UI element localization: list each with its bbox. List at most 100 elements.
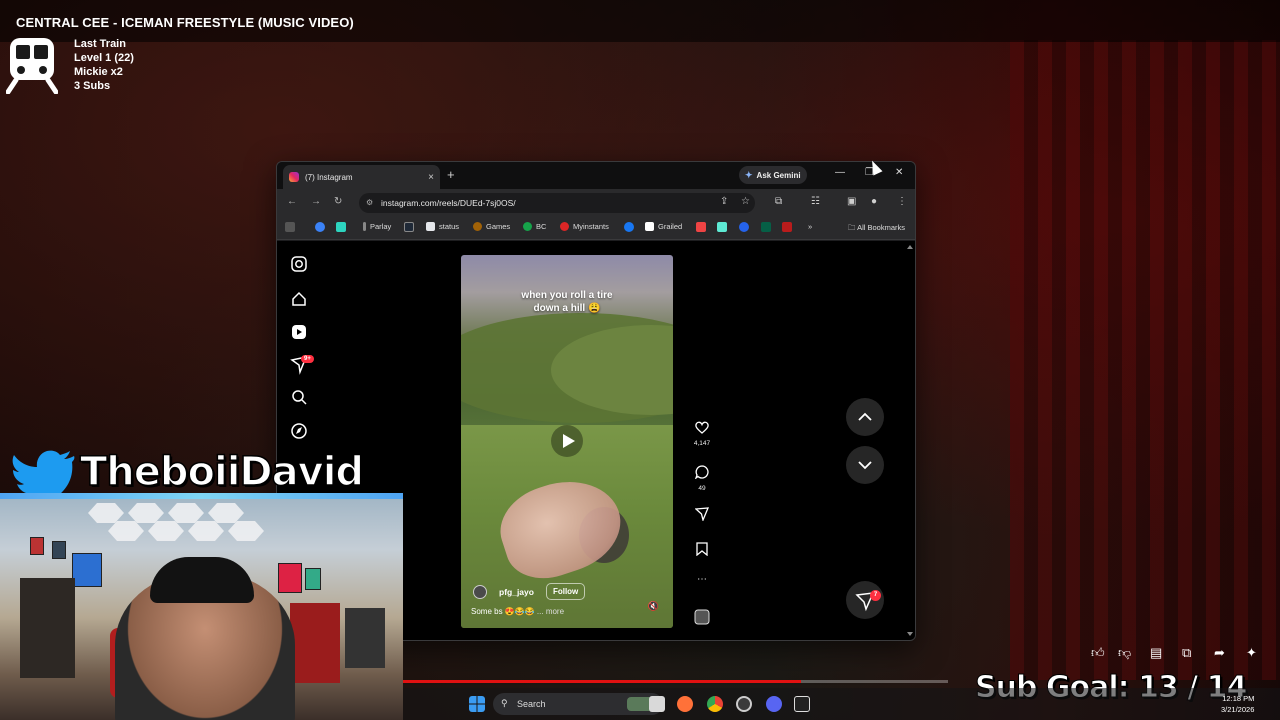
folder-icon: 🗀 [847,223,858,232]
epic-games-icon[interactable] [794,696,810,712]
comments-icon[interactable]: ▤ [1150,645,1162,661]
media-icon[interactable]: ☷ [811,196,820,207]
url-text: instagram.com/reels/DUEd-7sj0OS/ [381,198,516,208]
heart-icon [695,421,709,434]
discord-icon[interactable] [766,696,782,712]
taskbar-search[interactable]: ⚲ Search [493,693,663,715]
tab-strip: (7) Instagram × + ✦ Ask Gemini — ❐ ✕ [277,162,915,189]
follow-button[interactable]: Follow [545,583,586,600]
author-username[interactable]: pfg_jayo [499,587,534,597]
reels-icon[interactable] [292,325,306,339]
browser-toolbar: ← → ↻ ⚙ instagram.com/reels/DUEd-7sj0OS/… [277,189,915,216]
last-train-label: Last Train [74,38,126,50]
chrome-icon[interactable] [707,696,723,712]
comment-count: 49 [698,485,706,492]
bookmark-icon-6[interactable] [739,222,749,232]
bookmark-parlay[interactable]: Parlay [363,222,391,231]
webcam-feed [0,493,403,720]
ai-spark-icon[interactable]: ✦ [1246,645,1257,661]
windows-start-icon[interactable] [469,696,485,712]
hex-light [188,521,224,541]
subs-label: 3 Subs [74,80,111,92]
apps-grid-icon[interactable] [285,222,295,232]
explore-icon[interactable] [291,423,307,439]
poster [52,541,66,559]
bookmark-icon-4[interactable] [696,222,706,232]
search-icon[interactable] [292,390,307,405]
extensions-icon[interactable]: ⧉ [775,196,782,207]
reel-video[interactable]: when you roll a tire down a hill 😩 pfg_j… [461,255,673,628]
bookmark-icon-7[interactable] [761,222,771,232]
stream-info: Last Train Level 1 (22) Mickie x2 3 Subs [74,37,134,93]
taskbar-search-label: Search [517,699,546,709]
forward-icon[interactable]: → [311,196,321,207]
bookmarks-overflow-icon[interactable]: » [808,222,812,231]
bookmark-games[interactable]: Games [473,222,510,231]
share-button[interactable] [691,507,713,526]
bookmark-status[interactable]: status [426,222,459,231]
bookmark-star-icon[interactable]: ☆ [741,196,750,207]
share-video-icon[interactable]: ➦ [1214,645,1225,661]
ask-gemini-button[interactable]: ✦ Ask Gemini [739,166,807,184]
sidepanel-icon[interactable]: ▣ [847,196,856,207]
address-bar[interactable]: ⚙ instagram.com/reels/DUEd-7sj0OS/ [359,193,755,213]
app-icon[interactable] [736,696,752,712]
play-icon[interactable] [551,425,583,457]
bookmark-icon-2[interactable] [336,222,346,232]
next-reel-button[interactable] [846,446,884,484]
background-curtain [1010,40,1280,680]
bookmark-myinstants[interactable]: Myinstants [560,222,609,231]
home-icon[interactable] [292,291,306,306]
bookmark-icon-8[interactable] [782,222,792,232]
mute-icon[interactable]: 🔇 [648,601,659,612]
arcade-cabinet [20,578,75,678]
live-chat-icon[interactable]: ⧉ [1182,645,1191,661]
minimize-icon[interactable]: — [835,167,845,178]
menu-kebab-icon[interactable]: ⋮ [897,196,907,207]
back-icon[interactable]: ← [287,196,297,207]
mickie-label: Mickie x2 [74,66,123,78]
firefox-icon[interactable] [677,696,693,712]
bookmark-icon-5[interactable] [717,222,727,232]
poster [30,537,44,555]
author-avatar[interactable] [473,584,487,599]
hex-light [108,521,144,541]
task-view-icon[interactable] [649,696,665,712]
hex-light [128,503,164,523]
close-window-icon[interactable]: ✕ [895,167,903,178]
dislike-video-icon[interactable]: 👎︎ [1118,645,1131,661]
all-bookmarks[interactable]: 🗀 All Bookmarks [848,222,905,235]
new-tab-button[interactable]: + [447,167,455,182]
tab-close-icon[interactable]: × [428,172,434,183]
instagram-logo-icon[interactable] [291,256,307,272]
bookmark-icon [696,542,708,557]
bookmark-icon-1[interactable] [315,222,325,232]
tab-instagram[interactable]: (7) Instagram × [283,165,440,189]
save-button[interactable] [691,542,713,561]
hex-light [168,503,204,523]
like-count: 4,147 [693,440,711,447]
like-button[interactable]: 4,147 [691,421,713,447]
audio-thumbnail[interactable] [691,609,713,630]
bookmark-icon-3[interactable] [404,222,414,232]
more-link[interactable]: ... more [537,607,564,616]
stream-screen: CENTRAL CEE - ICEMAN FREESTYLE (MUSIC VI… [0,0,1280,720]
more-options-icon[interactable]: ⋯ [691,574,713,585]
gemini-spark-icon: ✦ [745,169,753,180]
like-video-icon[interactable]: 👍︎ [1091,645,1105,661]
instagram-favicon-icon [289,172,299,182]
audio-icon [694,609,710,625]
clock-time: 12:18 PM [1222,694,1255,703]
scrollbar[interactable] [907,243,913,638]
profile-icon[interactable]: ● [871,196,877,207]
bookmark-grailed[interactable]: Grailed [645,222,682,231]
comment-button[interactable]: 49 [691,465,713,492]
site-info-icon[interactable]: ⚙ [366,198,373,207]
facebook-icon[interactable] [624,222,634,232]
reload-icon[interactable]: ↻ [334,196,342,207]
install-app-icon[interactable]: ⇪ [720,196,728,207]
system-clock[interactable]: 12:18 PM 3/21/2026 [1221,693,1254,715]
previous-reel-button[interactable] [846,398,884,436]
hex-light [208,503,244,523]
bookmark-bc[interactable]: BC [523,222,546,231]
